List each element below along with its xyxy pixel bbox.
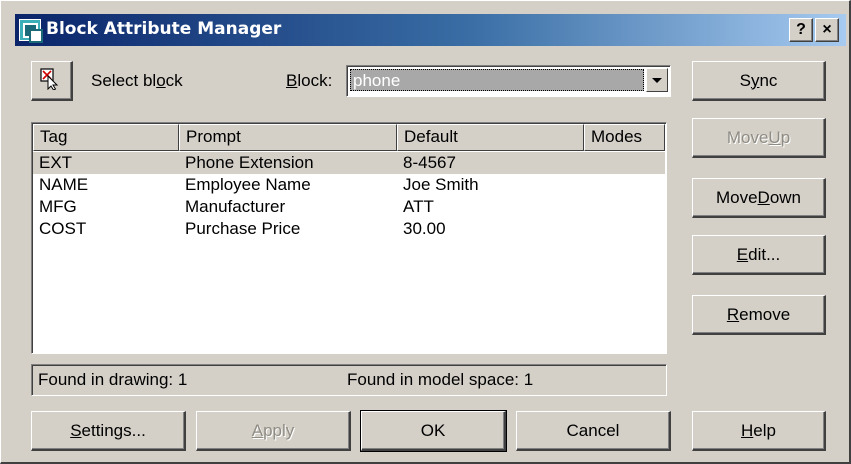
remove-button[interactable]: Remove [692,295,826,335]
found-in-drawing: Found in drawing: 1 [38,370,188,389]
status-panel: Found in drawing: 1 Found in model space… [31,364,667,396]
block-label: Block: [286,71,333,90]
cell-prompt: Employee Name [185,175,311,194]
help-icon[interactable]: ? [789,18,813,42]
cancel-button[interactable]: Cancel [516,411,671,451]
cell-default: 30.00 [403,219,446,238]
move-down-button[interactable]: Move Down [692,178,826,218]
cell-tag: EXT [39,153,73,172]
cell-prompt: Purchase Price [185,219,301,238]
column-header-modes[interactable]: Modes [584,124,665,151]
chevron-down-icon[interactable] [646,68,668,92]
select-block-button[interactable] [31,61,73,101]
apply-button[interactable]: Apply [196,411,351,451]
cell-tag: COST [39,219,87,238]
table-row[interactable]: MFG Manufacturer ATT [33,196,665,218]
table-row[interactable]: EXT Phone Extension 8-4567 [33,152,665,174]
attribute-list[interactable]: Tag Prompt Default Modes EXT Phone Exten… [31,122,667,354]
block-attribute-icon [19,19,43,43]
help-button[interactable]: Help [692,411,826,451]
table-row[interactable]: COST Purchase Price 30.00 [33,218,665,240]
column-header-default[interactable]: Default [397,124,584,151]
found-in-model-space: Found in model space: 1 [347,370,534,389]
cell-default: 8-4567 [403,153,456,172]
edit-button[interactable]: Edit... [692,235,826,275]
close-icon[interactable]: × [815,18,839,42]
settings-button[interactable]: Settings... [31,411,186,451]
ok-button[interactable]: OK [360,410,507,452]
sync-button[interactable]: Sy nc [692,61,826,101]
move-up-button[interactable]: Move Up [692,118,826,158]
cell-default: Joe Smith [403,175,479,194]
cell-tag: NAME [39,175,89,194]
pick-cursor-icon [40,68,59,90]
cell-default: ATT [403,197,434,216]
column-header-prompt[interactable]: Prompt [179,124,397,151]
cell-prompt: Phone Extension [185,153,314,172]
block-combobox-value: phone [350,69,644,91]
block-combobox[interactable]: phone [346,65,671,97]
cell-prompt: Manufacturer [185,197,286,216]
select-block-label: Select block [91,71,183,90]
cell-tag: MFG [39,197,77,216]
title-bar[interactable]: Block Attribute Manager ? × [15,14,846,46]
table-row[interactable]: NAME Employee Name Joe Smith [33,174,665,196]
window-title: Block Attribute Manager [46,19,282,39]
column-header-tag[interactable]: Tag [33,124,179,151]
block-attribute-manager-dialog: Block Attribute Manager ? × Select block… [0,0,851,464]
